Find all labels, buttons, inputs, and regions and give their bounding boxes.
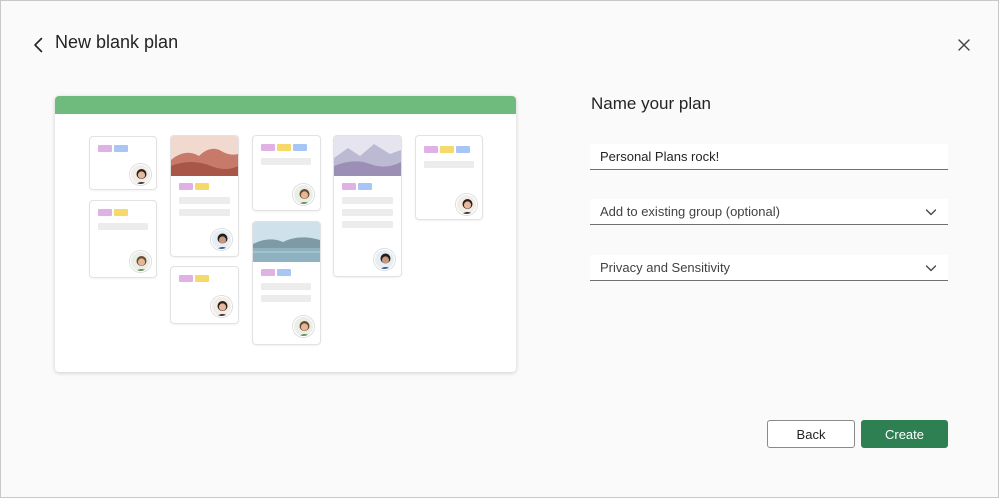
preview-card [253, 222, 320, 344]
dialog-title: New blank plan [55, 32, 179, 52]
lake-image [253, 222, 320, 262]
privacy-select-label: Privacy and Sensitivity [600, 260, 731, 275]
form-heading: Name your plan [591, 94, 712, 113]
preview-card [90, 137, 156, 189]
avatar [293, 184, 314, 205]
preview-header-bar [55, 96, 516, 114]
back-button[interactable]: Back [767, 420, 855, 448]
group-select-label: Add to existing group (optional) [600, 204, 780, 219]
avatar [130, 164, 151, 185]
preview-card [416, 136, 482, 219]
preview-card [334, 136, 401, 276]
avatar [374, 249, 395, 270]
mountain-image [334, 136, 401, 176]
chevron-left-icon[interactable] [29, 35, 49, 55]
preview-card [253, 136, 320, 210]
create-button[interactable]: Create [861, 420, 948, 448]
chevron-down-icon [924, 205, 938, 219]
preview-card [171, 136, 238, 256]
avatar [456, 194, 477, 215]
plan-name-input[interactable] [600, 149, 938, 164]
new-plan-dialog: New blank plan Name your plan Personal P… [0, 0, 999, 498]
chevron-down-icon [924, 261, 938, 275]
preview-card [90, 201, 156, 277]
desert-image [171, 136, 238, 176]
close-icon[interactable] [954, 35, 974, 55]
plan-preview-illustration [55, 96, 516, 372]
plan-name-field[interactable] [590, 144, 948, 170]
avatar [211, 229, 232, 250]
avatar [211, 296, 232, 317]
privacy-select[interactable]: Privacy and Sensitivity [590, 255, 948, 281]
preview-card [171, 267, 238, 323]
group-select[interactable]: Add to existing group (optional) [590, 199, 948, 225]
avatar [293, 316, 314, 337]
avatar [130, 251, 151, 272]
